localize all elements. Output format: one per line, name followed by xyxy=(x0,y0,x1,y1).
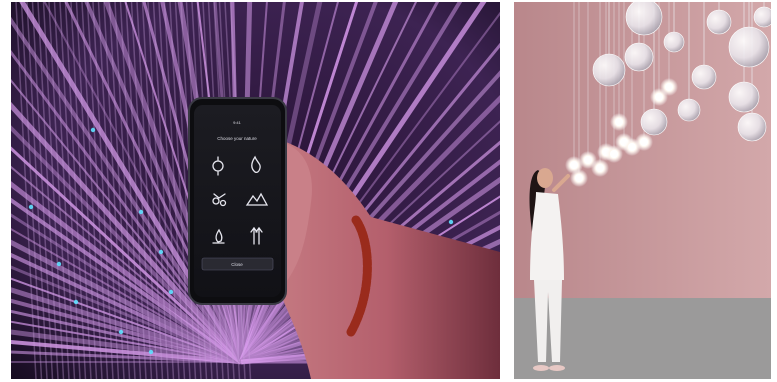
glass-bulb xyxy=(728,81,760,113)
sparkle-dot xyxy=(118,329,124,335)
glass-bulb xyxy=(625,2,663,36)
light-bulb xyxy=(610,150,618,158)
light-bulb xyxy=(584,156,592,164)
sparkle-dot xyxy=(56,261,62,267)
sparkle-dot xyxy=(28,204,34,210)
sparkle-dot xyxy=(73,299,79,305)
installation-photo-left: 9:41 Choose your nature Close xyxy=(11,2,500,379)
light-bulb xyxy=(596,164,604,172)
light-bulb xyxy=(628,143,636,151)
light-bulb xyxy=(665,83,673,91)
sparkle-dot xyxy=(158,249,164,255)
installation-photo-right xyxy=(514,2,771,379)
shoe-left xyxy=(533,365,549,371)
glass-bulb xyxy=(737,112,767,142)
glass-bulb xyxy=(706,9,732,35)
glass-bulb xyxy=(691,64,717,90)
glass-bulb xyxy=(663,31,685,53)
smartphone: 9:41 Choose your nature Close xyxy=(188,97,287,305)
light-bulb xyxy=(570,161,578,169)
glass-bulb xyxy=(728,26,770,68)
head xyxy=(537,168,553,188)
sparkle-dot xyxy=(148,349,154,355)
phone-heading: Choose your nature xyxy=(217,136,257,141)
sparkle-dot xyxy=(448,219,454,225)
light-bulb xyxy=(615,118,623,126)
close-button-label: Close xyxy=(231,262,243,267)
glass-bulb xyxy=(592,53,626,87)
glass-bulb xyxy=(677,98,701,122)
glass-bulb xyxy=(753,6,771,28)
glass-bulb xyxy=(624,42,654,72)
white-top xyxy=(530,192,564,280)
light-bulb xyxy=(575,174,583,182)
installation-scene: 9:41 Choose your nature Close xyxy=(11,2,500,379)
light-bulb xyxy=(640,138,648,146)
light-bulb xyxy=(655,93,663,101)
sparkle-dot xyxy=(90,127,96,133)
sparkle-dot xyxy=(138,209,144,215)
shoe-right xyxy=(549,365,565,371)
bulb-scene xyxy=(514,2,771,379)
status-time: 9:41 xyxy=(233,120,242,125)
sparkle-dot xyxy=(168,289,174,295)
glass-bulb xyxy=(640,108,668,136)
